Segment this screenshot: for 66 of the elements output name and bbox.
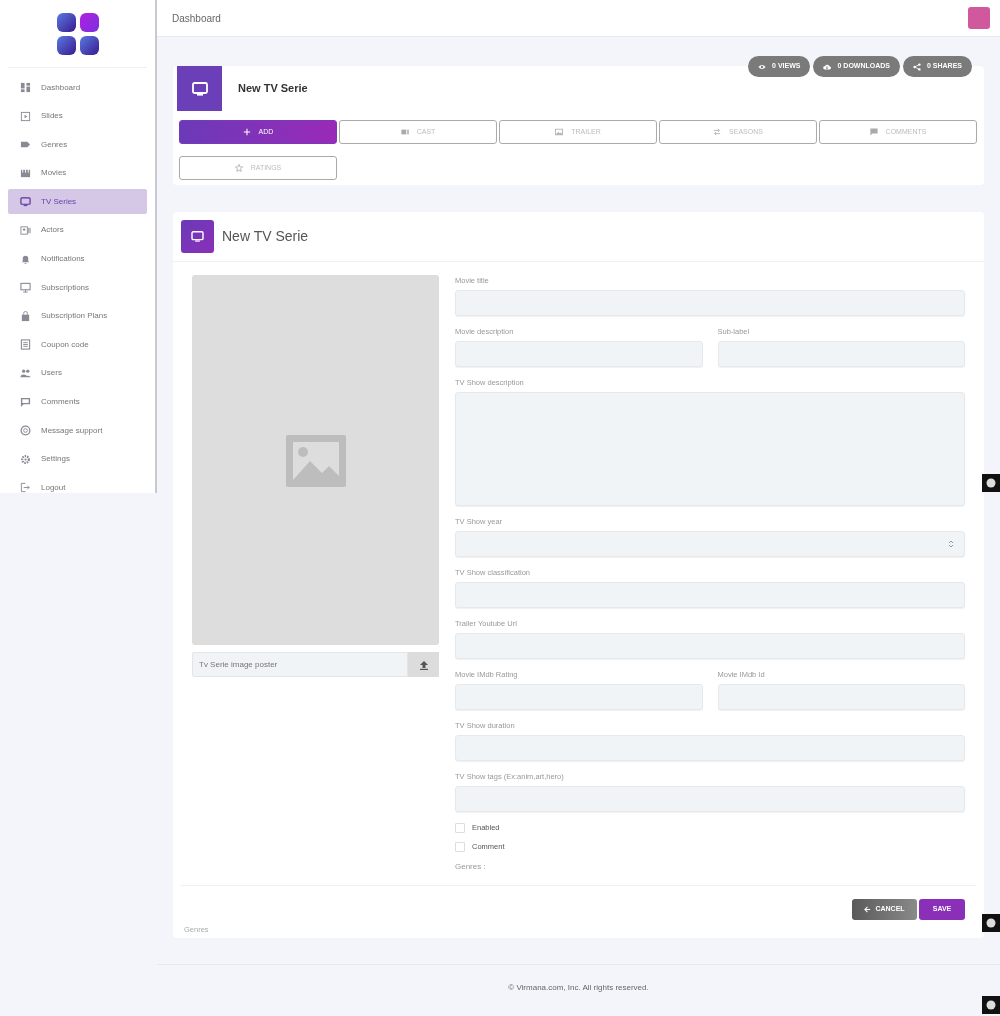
upload-icon (418, 659, 429, 670)
input-field[interactable] (717, 341, 965, 367)
play-icon (20, 110, 31, 122)
sidebar-item[interactable]: Settings (8, 446, 147, 472)
dashboard-icon (20, 82, 31, 93)
copyright-text: © Virmana.com, Inc. All rights reserved. (508, 982, 649, 992)
checkbox[interactable] (455, 841, 465, 852)
debug-toolbar-icon[interactable] (982, 996, 1000, 1014)
swap-icon (713, 128, 722, 136)
input-field[interactable] (455, 290, 965, 316)
cloud-download-icon (823, 62, 832, 71)
sidebar-item[interactable]: Message support (8, 418, 147, 444)
sidebar-item[interactable]: Slides (8, 103, 147, 129)
input-field[interactable] (455, 341, 703, 367)
logo-icon (56, 12, 99, 55)
input-field[interactable] (717, 684, 965, 710)
poster-file-field[interactable]: Tv Serie image poster (192, 652, 408, 677)
sidebar-item[interactable]: Actors (8, 217, 147, 243)
debug-toolbar-icon[interactable] (982, 474, 1000, 492)
plus-icon (242, 128, 251, 136)
tv-icon (20, 196, 31, 208)
number-field[interactable] (455, 531, 965, 557)
id-card-icon (400, 128, 409, 136)
comment-icon (869, 128, 878, 136)
form-title: New TV Serie (222, 227, 309, 246)
sidebar-item[interactable]: Comments (8, 389, 147, 415)
checkbox[interactable] (455, 822, 465, 833)
card-title: New TV Serie (238, 81, 308, 97)
sidebar-item[interactable]: Genres (8, 132, 147, 158)
avatar[interactable] (968, 7, 990, 29)
genres-label: Genres : (455, 860, 487, 873)
text-area[interactable] (455, 392, 965, 506)
input-field[interactable] (455, 633, 965, 659)
sidebar-item[interactable]: Movies (8, 160, 147, 186)
sidebar-item[interactable]: Logout (8, 475, 147, 501)
comment-icon (20, 396, 31, 408)
sidebar-item[interactable]: Notifications (8, 246, 147, 272)
page-title: Dashboard (172, 11, 221, 26)
star-icon (234, 164, 243, 172)
settings-icon (20, 453, 31, 465)
monitor-icon (20, 282, 31, 294)
sidebar-item[interactable]: Users (8, 360, 147, 386)
sidebar-item[interactable]: Dashboard (8, 75, 147, 100)
users-icon (20, 367, 31, 379)
logout-icon (20, 482, 31, 494)
tv-icon (181, 220, 214, 253)
spinner-icon[interactable] (948, 540, 954, 548)
sidebar-item[interactable]: Coupon code (8, 332, 147, 358)
debug-toolbar-icon[interactable] (982, 914, 1000, 932)
sidebar-item[interactable]: Subscription Plans (8, 303, 147, 329)
id-card-icon (20, 224, 31, 236)
arrow-left-icon (864, 905, 872, 913)
document-icon (20, 339, 31, 351)
upload-button[interactable] (408, 652, 439, 677)
film-icon (20, 167, 31, 179)
input-field[interactable] (455, 786, 965, 812)
input-field[interactable] (455, 582, 965, 608)
bell-icon (20, 253, 31, 265)
input-field[interactable] (455, 735, 965, 761)
sidebar-item[interactable]: Subscriptions (8, 275, 147, 301)
share-icon (913, 62, 921, 71)
eye-icon (758, 62, 767, 71)
image-icon (555, 128, 564, 136)
sidebar-item[interactable]: TV Series (8, 189, 147, 215)
bag-icon (20, 310, 31, 322)
input-field[interactable] (455, 684, 703, 710)
